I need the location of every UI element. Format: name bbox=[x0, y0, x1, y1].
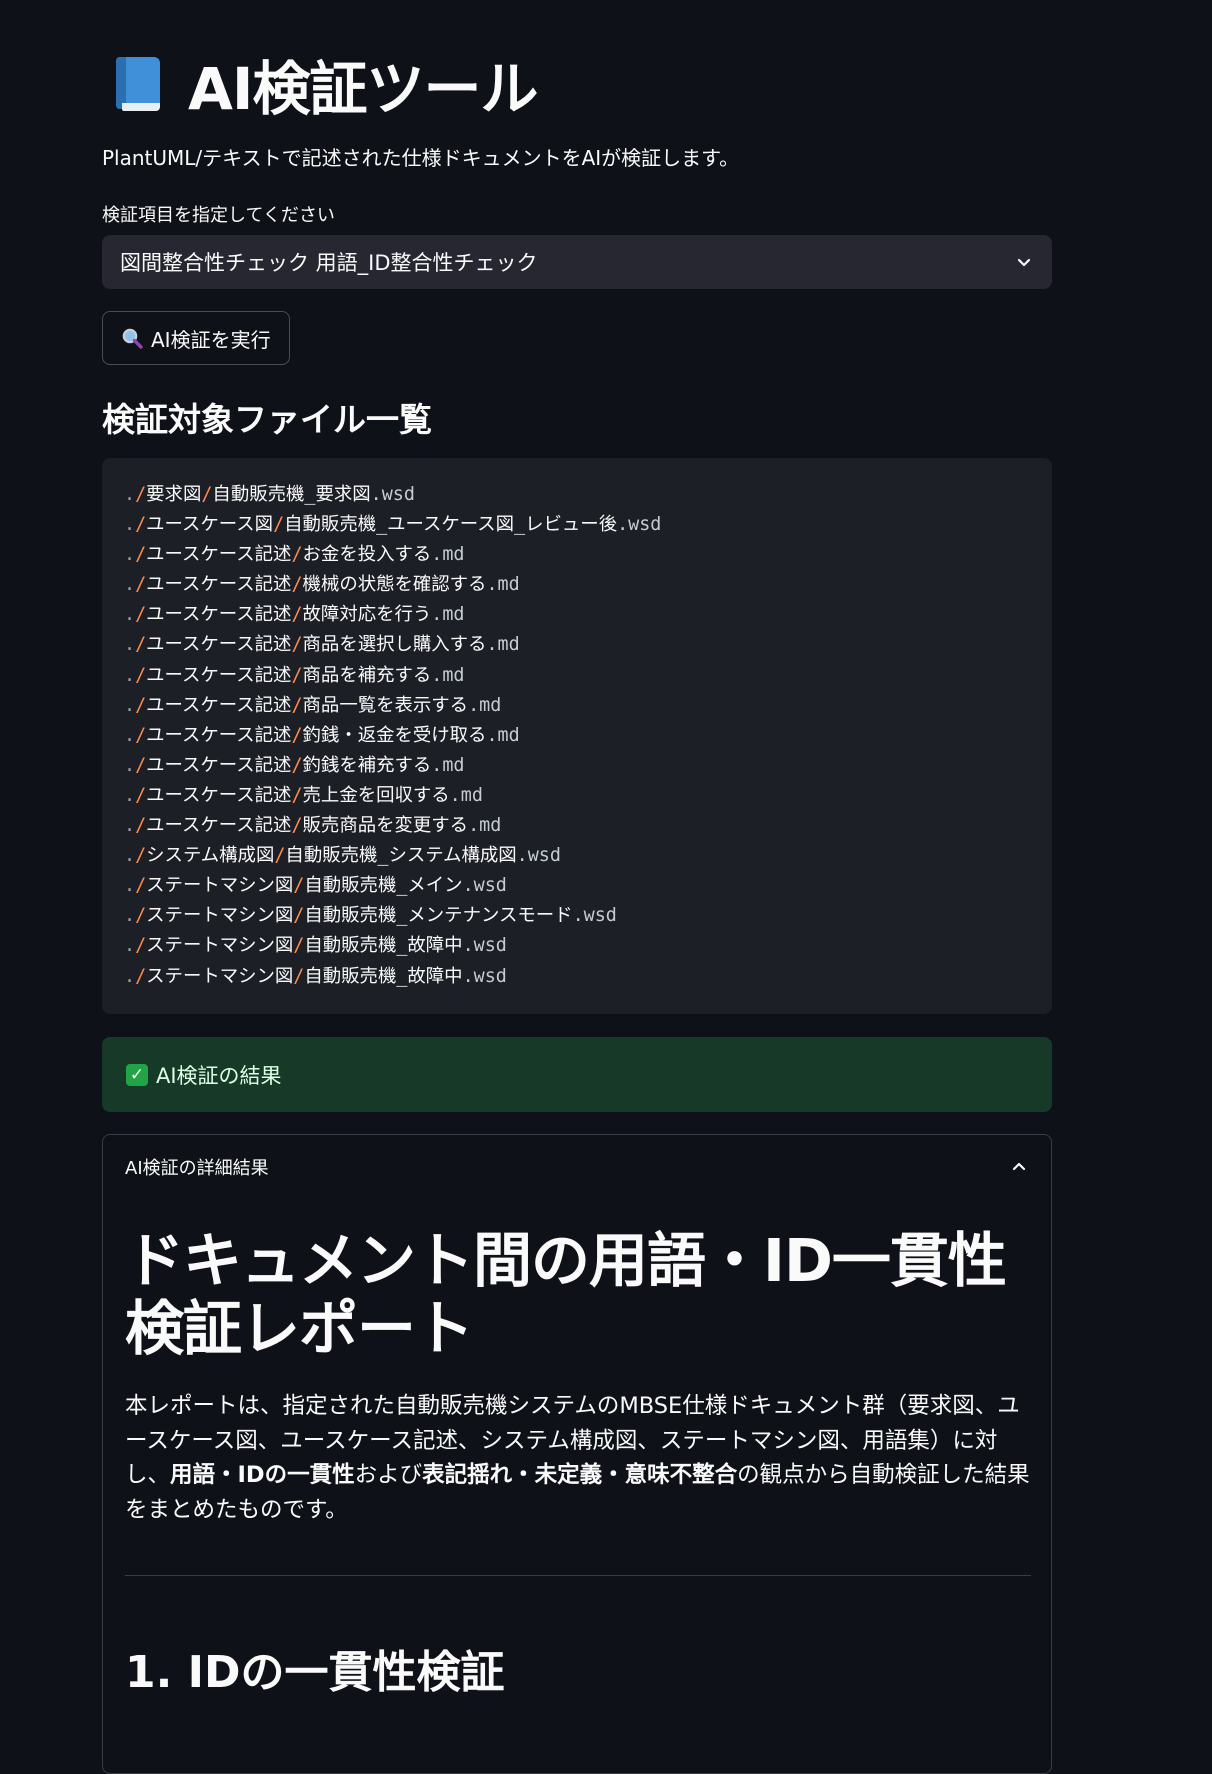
select-value: 図間整合性チェック 用語_ID整合性チェック bbox=[120, 251, 538, 275]
chevron-up-icon bbox=[1012, 1162, 1026, 1171]
section-heading: 1. IDの一貫性検証 bbox=[125, 1647, 505, 1698]
file-path-line: ./ユースケース記述/商品を補充する.md bbox=[124, 664, 465, 686]
file-list-code-block: ./要求図/自動販売機_要求図.wsd ./ユースケース図/自動販売機_ユースケー… bbox=[102, 458, 1052, 1014]
file-list-heading: 検証対象ファイル一覧 bbox=[102, 400, 432, 439]
check-item-select[interactable]: 図間整合性チェック 用語_ID整合性チェック bbox=[102, 235, 1052, 289]
page-subtitle: PlantUML/テキストで記述された仕様ドキュメントをAIが検証します。 bbox=[102, 146, 740, 170]
file-path-line: ./ユースケース記述/売上金を回収する.md bbox=[124, 784, 483, 806]
file-path-line: ./ユースケース記述/機械の状態を確認する.md bbox=[124, 574, 520, 596]
file-path-line: ./ステートマシン図/自動販売機_メンテナンスモード.wsd bbox=[124, 905, 617, 927]
page-title-text: AI検証ツール bbox=[188, 55, 538, 123]
check-icon: ✓ bbox=[126, 1063, 148, 1086]
chevron-down-icon bbox=[1017, 258, 1031, 267]
divider bbox=[125, 1575, 1031, 1576]
magnifier-icon bbox=[122, 328, 143, 349]
detail-result-expander: AI検証の詳細結果 ドキュメント間の用語・ID一貫性検証レポート 本レポートは、… bbox=[102, 1134, 1052, 1774]
file-path-line: ./ユースケース記述/釣銭・返金を受け取る.md bbox=[124, 724, 520, 746]
expander-header[interactable]: AI検証の詳細結果 bbox=[125, 1149, 1029, 1185]
report-intro: 本レポートは、指定された自動販売機システムのMBSE仕様ドキュメント群（要求図、… bbox=[125, 1389, 1031, 1527]
run-button-label: AI検証を実行 bbox=[151, 327, 271, 352]
file-path-line: ./ユースケース記述/釣銭を補充する.md bbox=[124, 754, 465, 776]
file-path-line: ./ユースケース図/自動販売機_ユースケース図_レビュー後.wsd bbox=[124, 514, 662, 536]
file-path-line: ./ユースケース記述/商品一覧を表示する.md bbox=[124, 694, 502, 716]
file-path-line: ./ユースケース記述/お金を投入する.md bbox=[124, 544, 465, 566]
file-path-line: ./ステートマシン図/自動販売機_メイン.wsd bbox=[124, 875, 507, 897]
file-path-line: ./システム構成図/自動販売機_システム構成図.wsd bbox=[124, 845, 561, 867]
expander-label: AI検証の詳細結果 bbox=[125, 1158, 269, 1179]
run-ai-check-button[interactable]: AI検証を実行 bbox=[102, 311, 290, 365]
success-alert: ✓ AI検証の結果 bbox=[102, 1037, 1052, 1112]
intro-text-2: および bbox=[354, 1462, 423, 1488]
file-path-line: ./ユースケース記述/販売商品を変更する.md bbox=[124, 815, 502, 837]
book-icon bbox=[112, 55, 164, 113]
file-path-line: ./ユースケース記述/商品を選択し購入する.md bbox=[124, 634, 520, 656]
intro-bold-1: 用語・IDの一貫性 bbox=[170, 1462, 355, 1488]
file-path-line: ./ステートマシン図/自動販売機_故障中.wsd bbox=[124, 935, 507, 957]
success-text: AI検証の結果 bbox=[156, 1063, 282, 1088]
report-title: ドキュメント間の用語・ID一貫性検証レポート bbox=[125, 1226, 1007, 1363]
page-title: AI検証ツール bbox=[112, 44, 538, 124]
intro-bold-2: 表記揺れ・未定義・意味不整合 bbox=[422, 1462, 738, 1488]
report-body: ドキュメント間の用語・ID一貫性検証レポート 本レポートは、指定された自動販売機… bbox=[125, 1227, 1031, 1700]
file-path-line: ./ステートマシン図/自動販売機_故障中.wsd bbox=[124, 965, 507, 987]
file-path-line: ./ユースケース記述/故障対応を行う.md bbox=[124, 604, 465, 626]
file-path-line: ./要求図/自動販売機_要求図.wsd bbox=[124, 484, 415, 505]
select-label: 検証項目を指定してください bbox=[102, 205, 335, 226]
